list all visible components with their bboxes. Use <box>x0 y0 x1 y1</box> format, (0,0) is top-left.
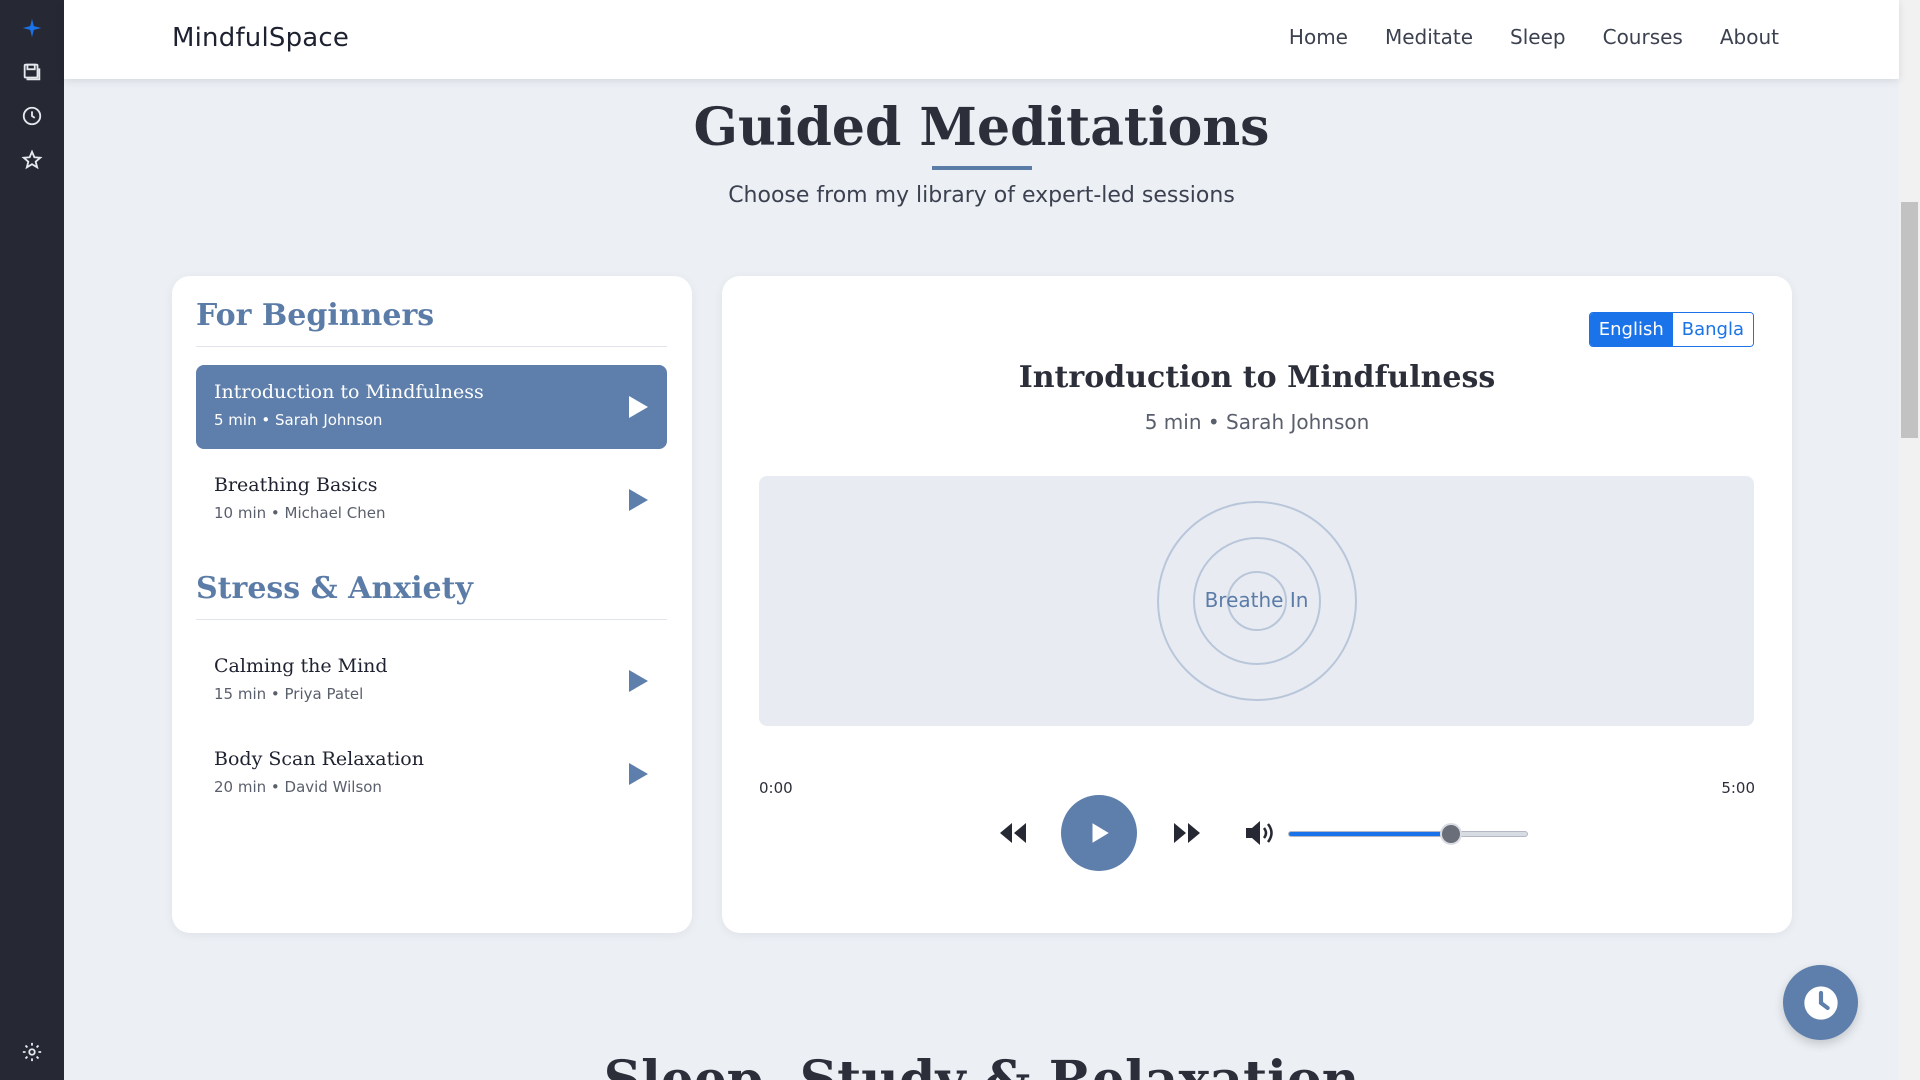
volume-slider[interactable] <box>1288 823 1528 845</box>
main-play-button[interactable] <box>1061 795 1137 871</box>
session-title: Body Scan Relaxation <box>214 748 424 770</box>
sparkle-icon[interactable] <box>18 14 46 42</box>
session-item-introduction[interactable]: Introduction to Mindfulness 5 min • Sara… <box>196 365 667 449</box>
clock-icon <box>1803 985 1838 1020</box>
top-navbar: MindfulSpace Home Meditate Sleep Courses… <box>64 0 1899 79</box>
nav-courses[interactable]: Courses <box>1603 25 1683 49</box>
title-underline <box>932 166 1032 170</box>
fast-forward-icon[interactable] <box>1172 821 1202 845</box>
timer-fab-button[interactable] <box>1783 965 1858 1040</box>
session-meta: 15 min • Priya Patel <box>214 685 364 703</box>
session-item-body-scan[interactable]: Body Scan Relaxation 20 min • David Wils… <box>196 732 667 816</box>
session-item-calming[interactable]: Calming the Mind 15 min • Priya Patel <box>196 639 667 723</box>
language-bangla-button[interactable]: Bangla <box>1672 313 1753 346</box>
volume-icon[interactable] <box>1244 819 1278 847</box>
page-subtitle: Choose from my library of expert-led ses… <box>728 183 1235 208</box>
page-scrollbar[interactable] <box>1899 0 1920 1080</box>
current-time: 0:00 <box>759 779 793 797</box>
category-title: Stress & Anxiety <box>196 571 473 606</box>
player-title: Introduction to Mindfulness <box>1018 360 1496 395</box>
nav-sleep[interactable]: Sleep <box>1510 25 1566 49</box>
session-list-card: For Beginners Introduction to Mindfulnes… <box>172 276 692 933</box>
language-english-button[interactable]: English <box>1589 313 1673 346</box>
scrollbar-thumb[interactable] <box>1901 202 1918 438</box>
session-meta: 5 min • Sarah Johnson <box>214 411 383 429</box>
nav-home[interactable]: Home <box>1289 25 1348 49</box>
breath-instruction: Breathe In <box>1204 588 1309 612</box>
rewind-icon[interactable] <box>998 821 1028 845</box>
nav-meditate[interactable]: Meditate <box>1385 25 1473 49</box>
play-icon[interactable] <box>627 395 649 419</box>
session-item-breathing[interactable]: Breathing Basics 10 min • Michael Chen <box>196 458 667 542</box>
language-toggle: English Bangla <box>1588 312 1754 347</box>
play-icon[interactable] <box>627 762 649 786</box>
player-meta: 5 min • Sarah Johnson <box>1144 410 1370 434</box>
session-title: Breathing Basics <box>214 474 378 496</box>
session-meta: 10 min • Michael Chen <box>214 504 386 522</box>
page-title: Guided Meditations <box>693 97 1270 158</box>
settings-icon[interactable] <box>18 1038 46 1066</box>
player-card: English Bangla Introduction to Mindfulne… <box>722 276 1792 933</box>
session-meta: 20 min • David Wilson <box>214 778 382 796</box>
breathing-visualizer: Breathe In <box>759 476 1754 726</box>
play-icon <box>1092 823 1109 843</box>
save-icon[interactable] <box>18 58 46 86</box>
volume-slider-fill <box>1289 832 1451 836</box>
nav-about[interactable]: About <box>1720 25 1779 49</box>
brand-logo[interactable]: MindfulSpace <box>172 23 349 53</box>
session-title: Introduction to Mindfulness <box>214 381 484 403</box>
play-icon[interactable] <box>627 669 649 693</box>
category-divider <box>196 619 667 620</box>
category-title: For Beginners <box>196 298 435 333</box>
volume-slider-knob[interactable] <box>1439 823 1462 845</box>
history-icon[interactable] <box>18 102 46 130</box>
section-title-sleep: Sleep, Study & Relaxation <box>64 1050 1899 1080</box>
app-sidebar <box>0 0 64 1080</box>
session-title: Calming the Mind <box>214 655 388 677</box>
total-time: 5:00 <box>1721 779 1755 797</box>
category-divider <box>196 346 667 347</box>
main-nav: Home Meditate Sleep Courses About <box>1289 25 1779 49</box>
play-icon[interactable] <box>627 488 649 512</box>
star-icon[interactable] <box>18 146 46 174</box>
